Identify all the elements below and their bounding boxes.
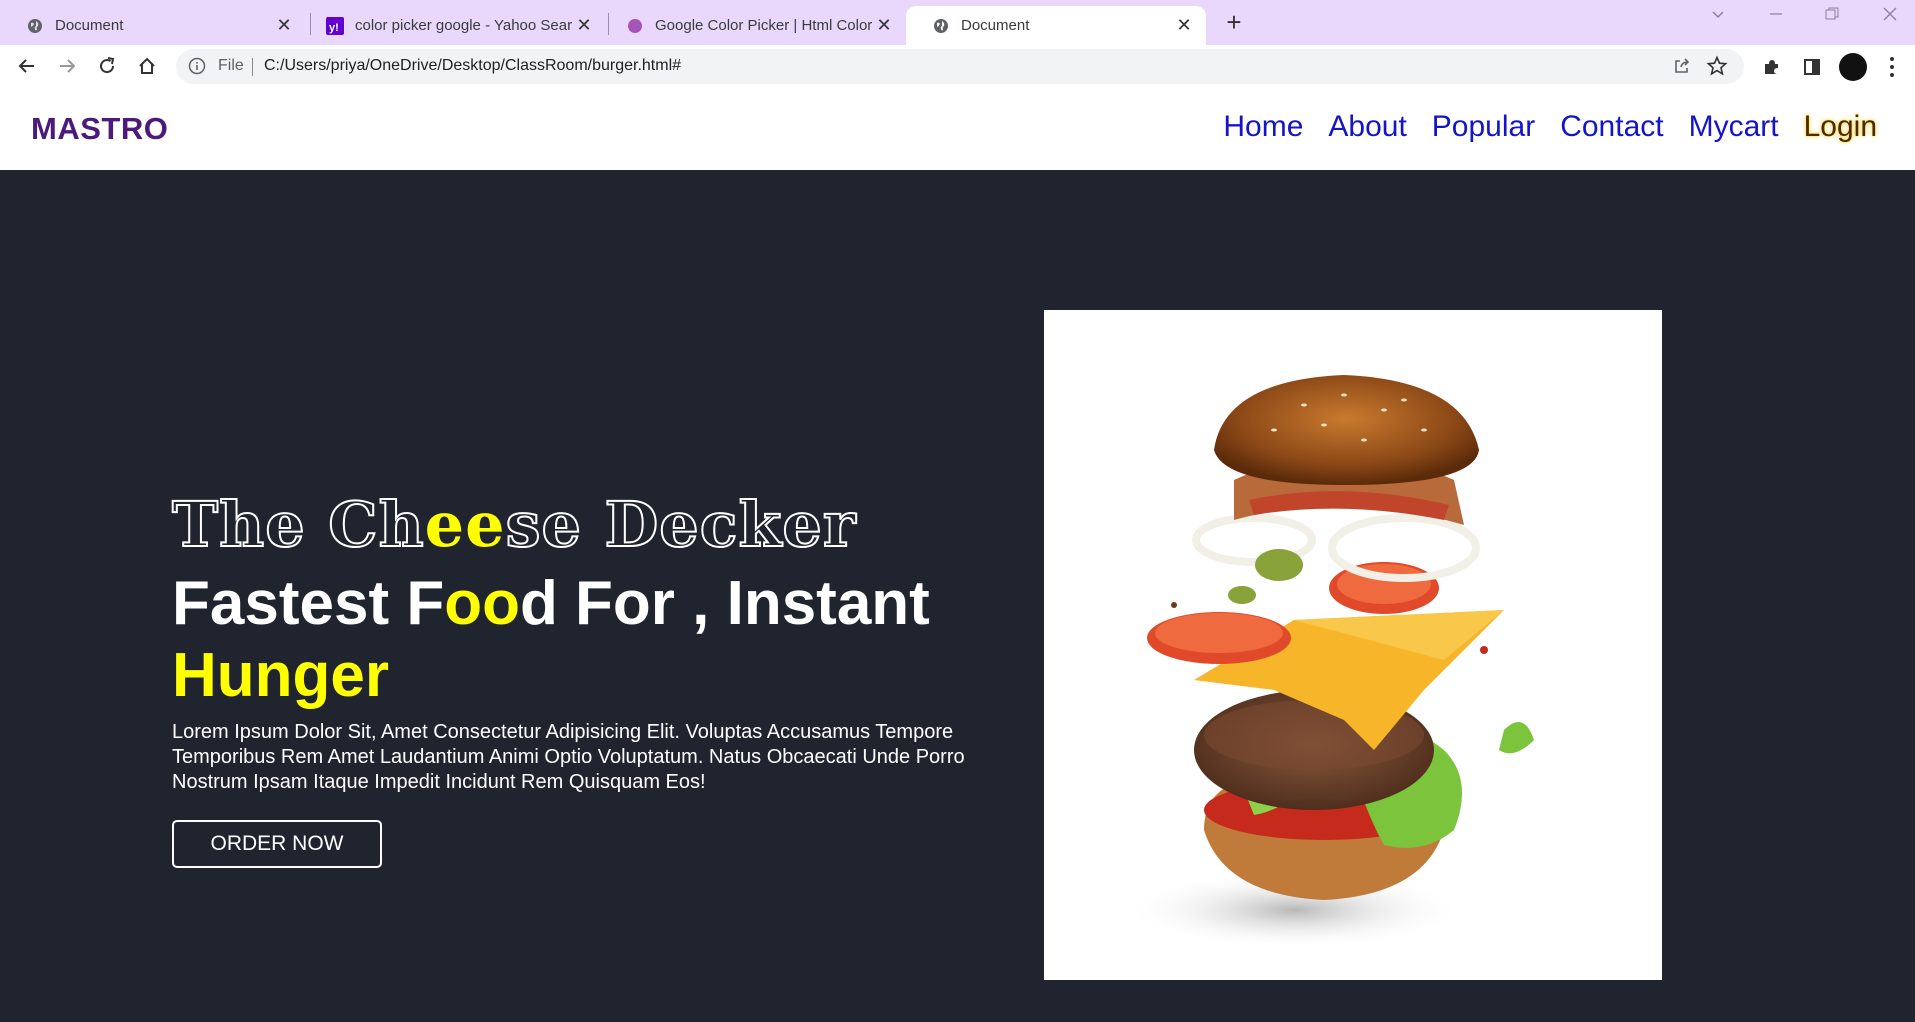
close-icon[interactable]: ✕ bbox=[874, 15, 894, 36]
tab-label: color picker google - Yahoo Sear bbox=[355, 17, 573, 34]
new-tab-icon[interactable]: + bbox=[1220, 7, 1248, 37]
tab-label: Document bbox=[55, 17, 124, 34]
close-icon[interactable]: ✕ bbox=[574, 15, 594, 36]
menu-kebab-icon[interactable] bbox=[1886, 52, 1898, 82]
forward-arrow-icon[interactable] bbox=[52, 51, 82, 81]
restore-icon[interactable] bbox=[1824, 6, 1840, 27]
heading-highlight: ee bbox=[424, 488, 506, 561]
divider bbox=[252, 58, 253, 76]
close-icon[interactable]: ✕ bbox=[1174, 15, 1194, 36]
site-logo[interactable]: MASTRO bbox=[31, 111, 168, 147]
subheading-highlight: oo bbox=[444, 569, 520, 638]
hero-subheading: Fastest Food For , Instant Hunger bbox=[172, 568, 992, 712]
nav-link-popular[interactable]: Popular bbox=[1432, 110, 1535, 144]
bookmark-star-icon[interactable] bbox=[1706, 55, 1728, 82]
site-header: MASTRO Home About Popular Contact Mycart… bbox=[0, 88, 1915, 170]
address-bar[interactable]: File C:/Users/priya/OneDrive/Desktop/Cla… bbox=[176, 49, 1744, 84]
scheme-label: File bbox=[218, 57, 244, 74]
tab-label: Google Color Picker | Html Color bbox=[655, 17, 873, 34]
share-icon[interactable] bbox=[1672, 56, 1692, 81]
home-icon[interactable] bbox=[132, 51, 162, 81]
burger-image bbox=[1044, 310, 1662, 980]
heading-part: The Ch bbox=[171, 487, 425, 562]
nav-link-about[interactable]: About bbox=[1328, 110, 1406, 144]
nav-link-login[interactable]: Login bbox=[1804, 110, 1877, 144]
tab-google-color-picker[interactable]: Google Color Picker | Html Color ✕ bbox=[600, 6, 906, 45]
purple-dot-icon bbox=[626, 17, 644, 35]
globe-icon bbox=[932, 17, 950, 35]
subheading-highlight: Hunger bbox=[172, 641, 389, 710]
side-panel-icon[interactable] bbox=[1797, 52, 1827, 82]
subheading-part: Fastest F bbox=[172, 569, 445, 638]
profile-avatar[interactable] bbox=[1839, 53, 1867, 81]
hero-description: Lorem Ipsum Dolor Sit, Amet Consectetur … bbox=[172, 721, 965, 793]
subheading-part: d For , Instant bbox=[519, 569, 930, 638]
tab-strip: Document ✕ y! color picker google - Yaho… bbox=[0, 0, 1915, 45]
tab-document-active[interactable]: Document ✕ bbox=[906, 6, 1206, 45]
hero-heading: The Cheese Decker bbox=[171, 487, 857, 562]
tab-yahoo-search[interactable]: y! color picker google - Yahoo Sear ✕ bbox=[300, 6, 606, 45]
close-icon[interactable]: ✕ bbox=[274, 15, 294, 36]
window-close-icon[interactable] bbox=[1882, 6, 1898, 27]
info-icon[interactable] bbox=[188, 57, 206, 80]
tab-search-icon[interactable] bbox=[1710, 6, 1726, 27]
svg-text:y!: y! bbox=[329, 22, 339, 34]
order-now-button[interactable]: ORDER NOW bbox=[172, 820, 382, 868]
tab-label: Document bbox=[961, 17, 1030, 34]
hero-section: The Cheese Decker Fastest Food For , Ins… bbox=[0, 170, 1915, 1022]
back-arrow-icon[interactable] bbox=[12, 51, 42, 81]
heading-part: se Decker bbox=[505, 487, 857, 562]
nav-link-mycart[interactable]: Mycart bbox=[1689, 110, 1779, 144]
globe-icon bbox=[26, 17, 44, 35]
nav-link-contact[interactable]: Contact bbox=[1560, 110, 1663, 144]
burger-illustration bbox=[1124, 375, 1534, 950]
nav-link-home[interactable]: Home bbox=[1223, 110, 1303, 144]
url-text[interactable]: C:/Users/priya/OneDrive/Desktop/ClassRoo… bbox=[264, 57, 681, 75]
extensions-puzzle-icon[interactable] bbox=[1757, 52, 1787, 82]
yahoo-icon: y! bbox=[326, 16, 344, 35]
browser-toolbar: File C:/Users/priya/OneDrive/Desktop/Cla… bbox=[0, 45, 1915, 88]
reload-icon[interactable] bbox=[92, 51, 122, 81]
main-nav: Home About Popular Contact Mycart Login bbox=[1223, 110, 1877, 144]
minimize-icon[interactable] bbox=[1768, 6, 1784, 27]
tab-document-1[interactable]: Document ✕ bbox=[0, 6, 306, 45]
